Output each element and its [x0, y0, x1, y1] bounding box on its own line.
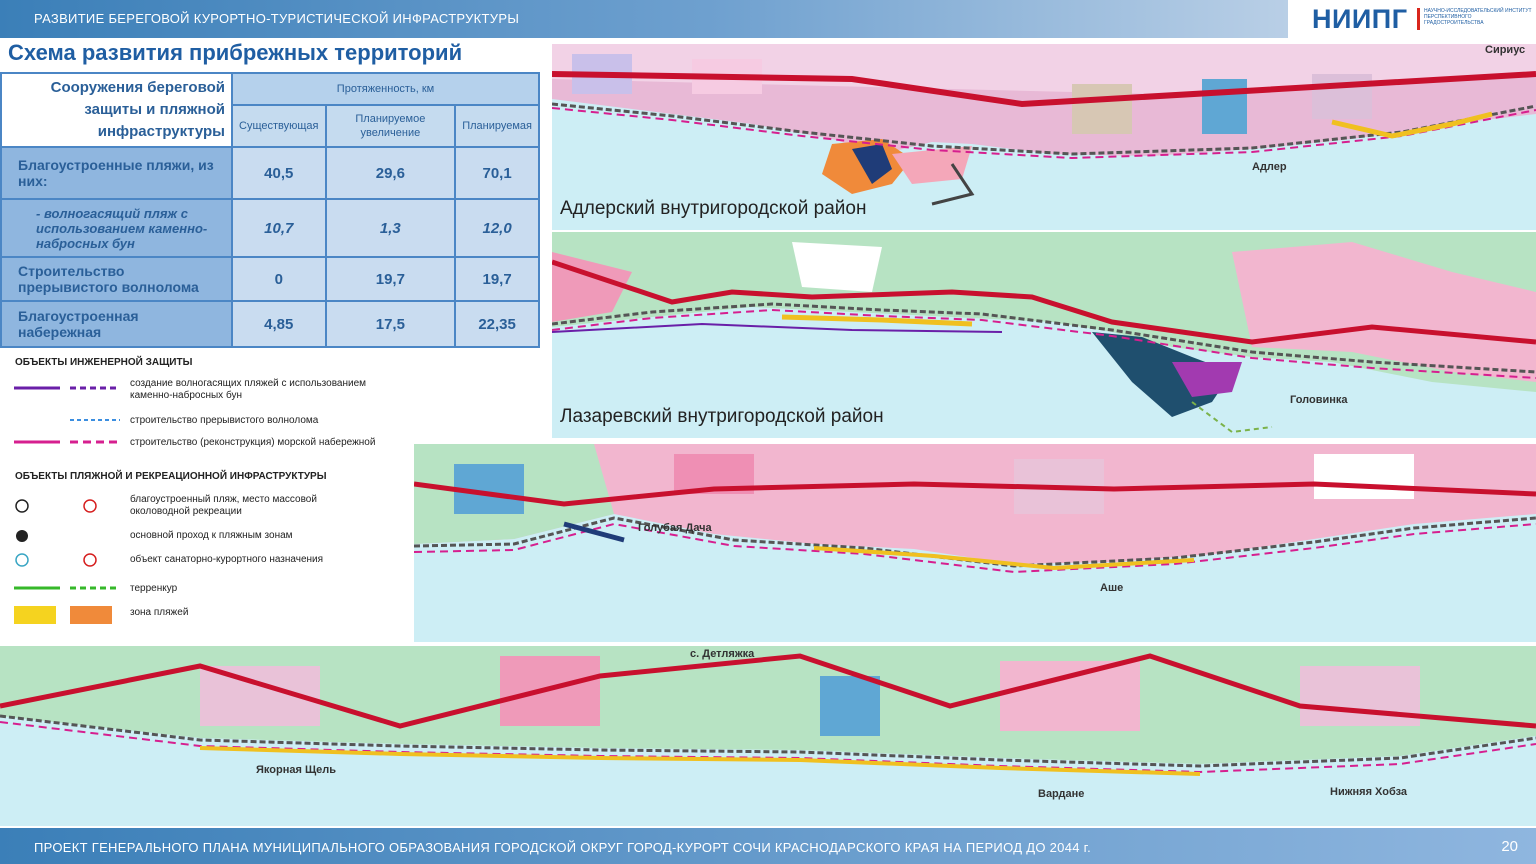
cell-value: 70,1 — [454, 146, 540, 200]
row-label: Благоустроенная набережная — [0, 300, 233, 348]
place-sirius: Сириус — [1485, 44, 1526, 56]
logo: НИИПГ НАУЧНО-ИССЛЕДОВАТЕЛЬСКИЙ ИНСТИТУТ … — [1290, 0, 1536, 38]
page-number: 20 — [1501, 838, 1518, 855]
col-planned-increase: Планируемое увеличение — [324, 104, 457, 148]
place-adler: Адлер — [1252, 161, 1287, 173]
cell-value: 10,7 — [231, 198, 327, 258]
beach-planned-icon — [83, 499, 97, 513]
page-title: Схема развития прибрежных территорий — [8, 40, 463, 65]
cell-value: 0 — [231, 256, 327, 302]
cell-value: 40,5 — [231, 146, 327, 200]
header-bar: РАЗВИТИЕ БЕРЕГОВОЙ КУРОРТНО-ТУРИСТИЧЕСКО… — [0, 0, 1288, 38]
cell-value: 1,3 — [324, 198, 457, 258]
cell-value: 19,7 — [454, 256, 540, 302]
cell-value: 17,5 — [324, 300, 457, 348]
beach-zone-planned-icon — [70, 606, 112, 624]
map-lazarev: Лазаревский внутригородской район Голови… — [552, 232, 1536, 438]
col-planned: Планируемая — [454, 104, 540, 148]
cell-value: 4,85 — [231, 300, 327, 348]
map-adler: Адлерский внутригородской район Адлер Си… — [552, 44, 1536, 230]
place-nizhnyaya-khobza: Нижняя Хобза — [1330, 786, 1408, 798]
district-label-lazarev: Лазаревский внутригородской район — [560, 406, 884, 427]
logo-subtitle: НАУЧНО-ИССЛЕДОВАТЕЛЬСКИЙ ИНСТИТУТ ПЕРСПЕ… — [1424, 8, 1532, 26]
map-middle: Голубая Дача Аше — [414, 444, 1536, 642]
legend-item-beach-zone: зона пляжей — [130, 607, 189, 618]
footer-bar: ПРОЕКТ ГЕНЕРАЛЬНОГО ПЛАНА МУНИЦИПАЛЬНОГО… — [0, 828, 1536, 864]
legend-title-engineering: ОБЪЕКТЫ ИНЖЕНЕРНОЙ ЗАЩИТЫ — [15, 357, 193, 368]
legend-item-sanatorium: объект санаторно-курортного назначения — [130, 554, 324, 565]
legend-title-beach: ОБЪЕКТЫ ПЛЯЖНОЙ И РЕКРЕАЦИОННОЙ ИНФРАСТР… — [15, 471, 327, 482]
logo-name: НИИПГ — [1312, 4, 1408, 34]
table-header-structures: Сооружения береговой защиты и пляжной ин… — [0, 72, 233, 148]
sanatorium-existing-icon — [15, 553, 29, 567]
legend-eng-symbols — [14, 386, 120, 444]
table-row: Благоустроенные пляжи, из них: 40,5 29,6… — [0, 146, 540, 200]
table-row: - волногасящий пляж с использованием кам… — [0, 198, 540, 258]
row-label: - волногасящий пляж с использованием кам… — [0, 198, 233, 258]
district-label-adler: Адлерский внутригородской район — [560, 198, 867, 219]
cell-value: 19,7 — [324, 256, 457, 302]
sanatorium-planned-icon — [83, 553, 97, 567]
legend-beach-symbols — [14, 499, 120, 624]
cell-value: 29,6 — [324, 146, 457, 200]
legend-item-terrenkur: терренкур — [130, 583, 178, 594]
place-vardane: Вардане — [1038, 788, 1085, 800]
beach-existing-icon — [15, 499, 29, 513]
place-detlyazhka: с. Детляжка — [690, 648, 755, 660]
place-ashe: Аше — [1100, 582, 1124, 594]
map-bottom-graphic — [0, 646, 1536, 826]
table-row: Строительство прерывистого волнолома 0 1… — [0, 256, 540, 302]
summary-table: Сооружения береговой защиты и пляжной ин… — [0, 72, 540, 348]
col-existing: Существующая — [231, 104, 327, 148]
cell-value: 12,0 — [454, 198, 540, 258]
place-golubaya-dacha: Голубая Дача — [638, 522, 712, 534]
place-yakornaya-shchel: Якорная Щель — [256, 764, 337, 776]
legend-item-access: основной проход к пляжным зонам — [130, 530, 293, 541]
header-title: РАЗВИТИЕ БЕРЕГОВОЙ КУРОРТНО-ТУРИСТИЧЕСКО… — [34, 11, 520, 26]
table-header-row: Сооружения береговой защиты и пляжной ин… — [0, 72, 540, 148]
table-row: Благоустроенная набережная 4,85 17,5 22,… — [0, 300, 540, 348]
cell-value: 22,35 — [454, 300, 540, 348]
legend-item-beach: благоустроенный пляж, место массовой око… — [130, 494, 317, 517]
logo-divider — [1417, 8, 1420, 30]
place-golovinka: Головинка — [1290, 394, 1348, 406]
map-legend: ОБЪЕКТЫ ИНЖЕНЕРНОЙ ЗАЩИТЫ создание волно… — [0, 350, 414, 642]
table-header-length: Протяженность, км — [231, 72, 540, 106]
legend-item-embankment: строительство (реконструкция) морской на… — [130, 437, 376, 448]
beach-zone-icon — [14, 606, 56, 624]
row-label: Благоустроенные пляжи, из них: — [0, 146, 233, 200]
map-bottom: Якорная Щель с. Детляжка Вардане Нижняя … — [0, 646, 1536, 826]
legend-item-breakwater: строительство прерывистого волнолома — [130, 415, 319, 426]
beach-access-icon — [16, 530, 28, 542]
row-label: Строительство прерывистого волнолома — [0, 256, 233, 302]
legend-item-wave-beach: создание волногасящих пляжей с использов… — [130, 378, 367, 401]
map-middle-graphic — [414, 444, 1536, 642]
footer-text: ПРОЕКТ ГЕНЕРАЛЬНОГО ПЛАНА МУНИЦИПАЛЬНОГО… — [34, 840, 1092, 855]
